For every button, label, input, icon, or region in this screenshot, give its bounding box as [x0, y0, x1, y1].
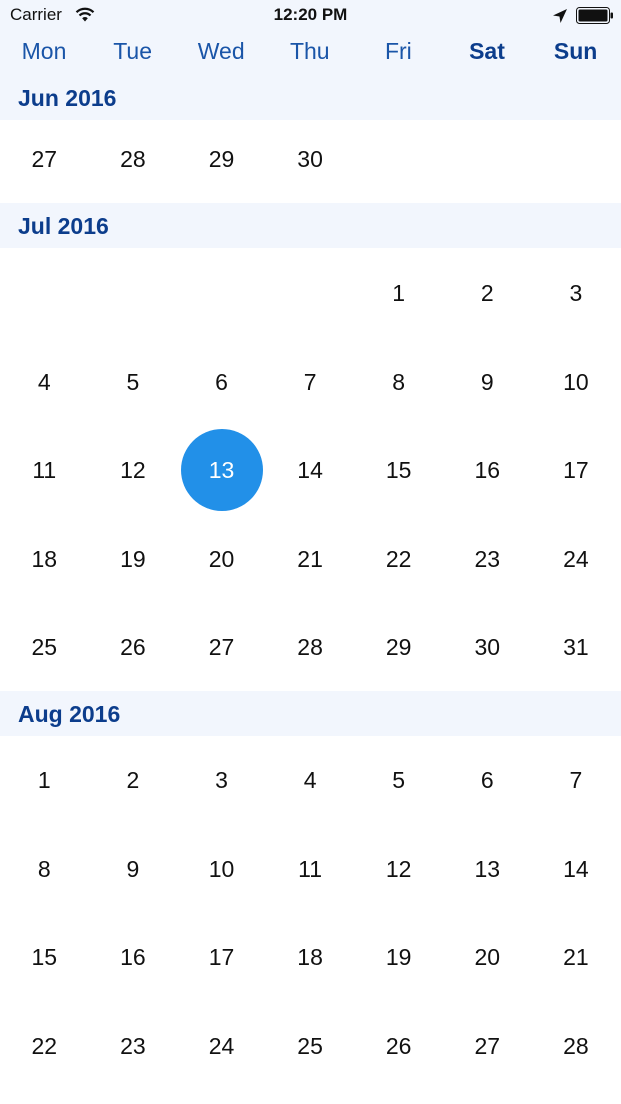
day-cell[interactable]: 4: [0, 362, 88, 402]
day-cell[interactable]: 17: [532, 450, 620, 490]
day-cell[interactable]: 21: [266, 539, 354, 579]
month-header: Jun 2016: [0, 75, 621, 120]
day-cell[interactable]: 25: [0, 627, 88, 667]
clock: 12:20 PM: [273, 5, 348, 24]
day-cell[interactable]: 8: [355, 362, 443, 402]
day-cell[interactable]: 22: [355, 539, 443, 579]
day-cell[interactable]: 12: [89, 450, 177, 490]
day-cell[interactable]: 7: [266, 362, 354, 402]
day-cell[interactable]: 14: [532, 849, 620, 889]
day-cell[interactable]: 3: [532, 273, 620, 313]
day-cell[interactable]: 9: [443, 362, 531, 402]
day-cell[interactable]: 23: [443, 539, 531, 579]
day-cell[interactable]: 28: [89, 139, 177, 179]
weekday-sat: Sat: [469, 38, 505, 64]
day-cell[interactable]: 10: [532, 362, 620, 402]
day-cell[interactable]: 24: [532, 539, 620, 579]
day-cell[interactable]: 18: [0, 539, 88, 579]
month-title: Jun 2016: [18, 85, 117, 111]
day-cell[interactable]: 11: [266, 849, 354, 889]
day-cell[interactable]: 27: [0, 139, 88, 179]
day-cell[interactable]: 15: [0, 937, 88, 977]
weekday-mon: Mon: [21, 38, 67, 64]
day-cell[interactable]: 7: [532, 760, 620, 800]
weekday-wed: Wed: [197, 38, 245, 64]
day-cell[interactable]: 2: [443, 273, 531, 313]
day-cell[interactable]: 1: [0, 760, 88, 800]
battery-icon: [576, 7, 613, 24]
day-cell[interactable]: 3: [178, 760, 266, 800]
day-cell[interactable]: 20: [443, 937, 531, 977]
day-cell[interactable]: 28: [266, 627, 354, 667]
day-cell[interactable]: 30: [443, 627, 531, 667]
day-cell[interactable]: 6: [443, 760, 531, 800]
weekday-tue: Tue: [113, 38, 152, 64]
day-cell[interactable]: 6: [178, 362, 266, 402]
day-cell[interactable]: 19: [89, 539, 177, 579]
day-cell[interactable]: 5: [355, 760, 443, 800]
day-cell[interactable]: 28: [532, 1026, 620, 1066]
day-cell[interactable]: 5: [89, 362, 177, 402]
day-cell[interactable]: 31: [532, 627, 620, 667]
day-cell[interactable]: 10: [178, 849, 266, 889]
month-title: Jul 2016: [18, 213, 109, 239]
day-cell[interactable]: 2: [89, 760, 177, 800]
day-cell[interactable]: 22: [0, 1026, 88, 1066]
day-cell[interactable]: 29: [355, 627, 443, 667]
month-header: Aug 2016: [0, 691, 621, 736]
day-cell[interactable]: 1: [355, 273, 443, 313]
day-cell[interactable]: 13: [443, 849, 531, 889]
location-arrow-icon: [553, 9, 567, 23]
day-cell[interactable]: 24: [178, 1026, 266, 1066]
day-cell[interactable]: 4: [266, 760, 354, 800]
day-cell[interactable]: 18: [266, 937, 354, 977]
weekday-sun: Sun: [553, 38, 598, 64]
day-cell[interactable]: 11: [0, 450, 88, 490]
weekday-fri: Fri: [384, 38, 412, 64]
day-cell[interactable]: 12: [355, 849, 443, 889]
day-cell[interactable]: 17: [178, 937, 266, 977]
day-cell[interactable]: 8: [0, 849, 88, 889]
day-cell[interactable]: 19: [355, 937, 443, 977]
weekday-thu: Thu: [289, 38, 330, 64]
day-cell[interactable]: 16: [89, 937, 177, 977]
day-cell[interactable]: 27: [443, 1026, 531, 1066]
day-cell[interactable]: 14: [266, 450, 354, 490]
weekday-header: Mon Tue Wed Thu Fri Sat Sun: [0, 31, 621, 75]
day-cell[interactable]: 26: [89, 627, 177, 667]
day-cell[interactable]: 30: [266, 139, 354, 179]
day-cell[interactable]: 15: [355, 450, 443, 490]
day-cell[interactable]: 21: [532, 937, 620, 977]
day-cell[interactable]: 27: [178, 627, 266, 667]
selected-day-cell[interactable]: 13: [178, 450, 266, 490]
day-cell[interactable]: 25: [266, 1026, 354, 1066]
day-cell[interactable]: 23: [89, 1026, 177, 1066]
status-bar: Carrier 12:20 PM: [0, 0, 621, 31]
day-cell[interactable]: 20: [178, 539, 266, 579]
day-cell[interactable]: 26: [355, 1026, 443, 1066]
day-cell[interactable]: 16: [443, 450, 531, 490]
month-title: Aug 2016: [18, 701, 121, 727]
month-header: Jul 2016: [0, 203, 621, 248]
day-cell[interactable]: 29: [178, 139, 266, 179]
day-cell[interactable]: 9: [89, 849, 177, 889]
